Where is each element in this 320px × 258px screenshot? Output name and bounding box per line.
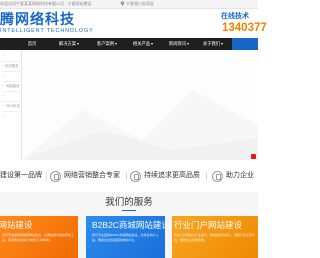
map-pin-icon bbox=[120, 1, 125, 6]
services-title: 我们的服务 bbox=[105, 197, 153, 208]
feature-label: 持续追求更高品质 bbox=[144, 172, 200, 179]
main-nav: 首页 解决方案 客户案例 相关产品 新闻资讯 关于我们 bbox=[0, 38, 258, 50]
nav-item-news[interactable]: 新闻资讯 bbox=[164, 38, 194, 50]
divider bbox=[46, 172, 47, 181]
medal-icon bbox=[130, 170, 141, 182]
nav-item-home[interactable]: 首页 bbox=[22, 38, 42, 50]
logo-title[interactable]: 腾网络科技 bbox=[0, 11, 75, 27]
feature-item: 网络营销整合专家 bbox=[50, 170, 120, 182]
handshake-icon bbox=[212, 170, 223, 182]
feature-label: 助力企业 bbox=[226, 172, 254, 179]
divider bbox=[2, 61, 20, 62]
chevron-down-icon bbox=[187, 42, 190, 45]
dropdown-item[interactable]: ··· SEO优化 bbox=[2, 104, 20, 108]
site-header: 腾网络科技 INTELLIGENT TECHNOLOGY 在线技术 134037… bbox=[0, 9, 267, 37]
nav-item-label: 关于我们 bbox=[202, 41, 221, 46]
feature-item: 助力企业 bbox=[212, 170, 254, 182]
chevron-down-icon bbox=[77, 42, 80, 45]
feature-label: 网络营销整合专家 bbox=[64, 172, 120, 179]
service-card[interactable]: B2B2C商城网站建设 我们专业提供B2B2C商城网站建设，支持多商户入驻，帮助… bbox=[86, 216, 165, 258]
dropdown-item[interactable]: ··· bbox=[2, 74, 5, 78]
feature-strip: 建设第一品牌 网络营销整合专家 持续追求更高品质 助力企业 bbox=[0, 160, 258, 192]
divider bbox=[206, 172, 207, 181]
nav-dropdown-menu: ··· 一站式服务 ··· ··· 网站建设 ··· ··· SEO优化 ··· bbox=[0, 50, 22, 160]
chevron-down-icon bbox=[221, 42, 224, 45]
nav-item-label: 客户案例 bbox=[96, 41, 115, 46]
divider bbox=[2, 111, 20, 112]
feature-item: 持续追求更高品质 bbox=[130, 170, 200, 182]
service-card[interactable]: 型网站建设 我们专业提供营销型网站建设，让网站成为您的营销工具，获得更多的客户询… bbox=[0, 216, 78, 258]
nav-item-cases[interactable]: 客户案例 bbox=[92, 38, 122, 50]
services-section: 我们的服务 型网站建设 我们专业提供营销型网站建设，让网站成为您的营销工具，获得… bbox=[0, 192, 258, 258]
location-link[interactable]: 宁夏银川金凤区 bbox=[120, 1, 154, 7]
logo-subtitle: INTELLIGENT TECHNOLOGY bbox=[0, 28, 94, 34]
service-card-desc: 我们专业提供B2B2C商城网站建设，支持多商户入驻，帮助企业快速搭建电商平台。 bbox=[92, 233, 159, 242]
service-card-title: 型网站建设 bbox=[0, 220, 33, 230]
dropdown-item[interactable]: ··· bbox=[2, 54, 5, 58]
banner-background bbox=[22, 90, 258, 160]
hero-banner: ··· 一站式服务 ··· ··· 网站建设 ··· ··· SEO优化 ··· bbox=[0, 50, 258, 160]
location-text: 宁夏银川金凤区 bbox=[126, 1, 154, 6]
nav-item-about[interactable]: 关于我们 bbox=[198, 38, 228, 50]
nav-item-label: 新闻资讯 bbox=[168, 41, 187, 46]
feature-label: 建设第一品牌 bbox=[0, 172, 42, 179]
nav-item-label: 相关产品 bbox=[132, 41, 151, 46]
top-bar: 欢迎访问宁夏某某网络科技有限公司 - 宁夏网站建设 宁夏银川金凤区 bbox=[0, 0, 258, 9]
service-card-title: B2B2C商城网站建设 bbox=[92, 220, 165, 230]
nav-item-active[interactable] bbox=[232, 38, 258, 50]
dropdown-item[interactable]: ··· bbox=[2, 94, 5, 98]
nav-item-label: 首页 bbox=[27, 41, 37, 46]
nav-item-products[interactable]: 相关产品 bbox=[128, 38, 158, 50]
service-card[interactable]: 行业门户网站建设 行业门户网站以行业资讯、供求信息为核心，搭建行业交流平台，帮助… bbox=[172, 216, 258, 258]
dropdown-item[interactable]: ··· 网站建设 bbox=[2, 84, 19, 88]
service-card-desc: 行业门户网站以行业资讯、供求信息为核心，搭建行业交流平台，帮助企业拓展市场。 bbox=[174, 233, 256, 242]
hotline-number[interactable]: 1340377 bbox=[222, 22, 267, 35]
dropdown-item[interactable]: ··· bbox=[2, 114, 5, 118]
divider bbox=[2, 101, 20, 102]
service-card-title: 行业门户网站建设 bbox=[174, 220, 243, 230]
welcome-text: 欢迎访问宁夏某某网络科技有限公司 - 宁夏网站建设 bbox=[0, 1, 92, 6]
nav-item-label: 解决方案 bbox=[58, 41, 77, 46]
divider bbox=[2, 71, 20, 72]
feature-item: 建设第一品牌 bbox=[0, 170, 42, 182]
title-underline bbox=[122, 210, 136, 211]
rocket-icon bbox=[50, 170, 61, 182]
dropdown-item[interactable]: 一站式服务 bbox=[2, 64, 18, 68]
chevron-down-icon bbox=[115, 42, 118, 45]
slide-indicator[interactable] bbox=[251, 154, 256, 159]
divider bbox=[126, 172, 127, 181]
chevron-down-icon bbox=[151, 42, 154, 45]
divider bbox=[2, 91, 20, 92]
nav-item-solutions[interactable]: 解决方案 bbox=[54, 38, 84, 50]
service-card-desc: 我们专业提供营销型网站建设，让网站成为您的营销工具，获得更多的客户询盘与订单转化… bbox=[2, 233, 75, 242]
divider bbox=[2, 81, 20, 82]
hotline-label: 在线技术 bbox=[221, 13, 249, 20]
